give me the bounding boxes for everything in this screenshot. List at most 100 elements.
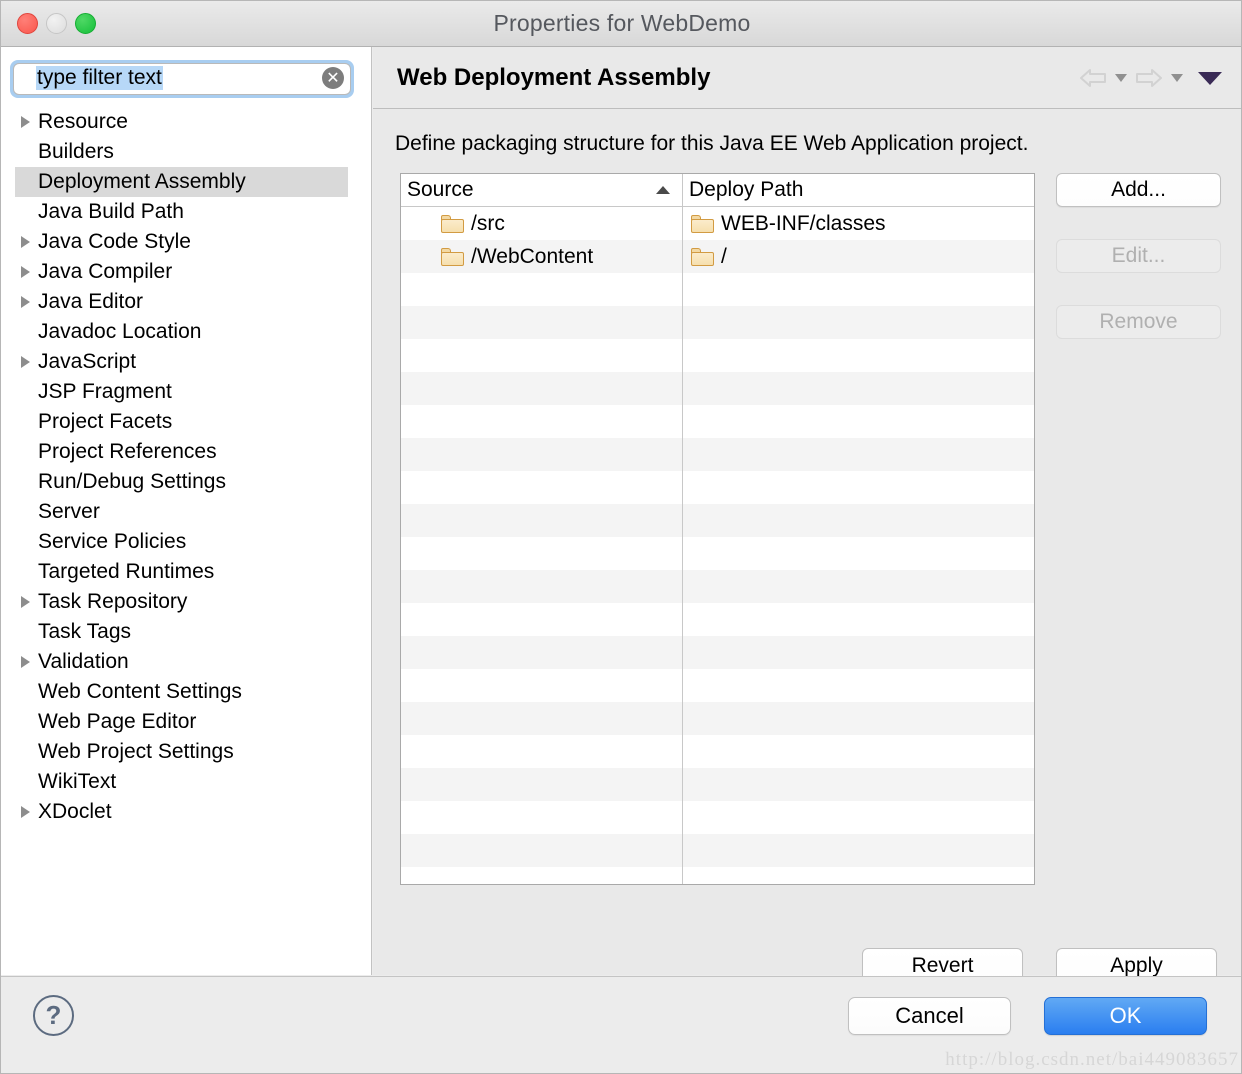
- sidebar-item-label: Task Tags: [38, 620, 131, 643]
- watermark-text: http://blog.csdn.net/bai449083657: [945, 1049, 1239, 1070]
- folder-icon: [441, 247, 464, 266]
- table-row-empty: [401, 537, 1034, 570]
- cell-source-empty: [401, 537, 683, 570]
- expand-arrow-icon[interactable]: [15, 296, 36, 308]
- cell-source-empty: [401, 669, 683, 702]
- settings-pane: Web Deployment Assembly Define packaging…: [373, 47, 1241, 984]
- page-title: Web Deployment Assembly: [397, 64, 711, 91]
- sidebar-item-web-project-settings[interactable]: Web Project Settings: [15, 737, 348, 767]
- sidebar-item-wikitext[interactable]: WikiText: [15, 767, 348, 797]
- sidebar-item-resource[interactable]: Resource: [15, 107, 348, 137]
- table-row[interactable]: /WebContent /: [401, 240, 1034, 273]
- column-header-source[interactable]: Source: [401, 174, 683, 206]
- sidebar-item-jsp-fragment[interactable]: JSP Fragment: [15, 377, 348, 407]
- table-row-empty: [401, 669, 1034, 702]
- expand-arrow-icon[interactable]: [15, 596, 36, 608]
- back-history-chevron-down-icon[interactable]: [1111, 61, 1131, 95]
- sidebar-item-builders[interactable]: Builders: [15, 137, 348, 167]
- cell-deploy-path-empty: [683, 306, 1034, 339]
- folder-icon: [691, 214, 714, 233]
- sidebar-item-label: Run/Debug Settings: [38, 470, 226, 493]
- ok-button[interactable]: OK: [1044, 997, 1207, 1035]
- properties-dialog: Properties for WebDemo type filter text …: [0, 0, 1242, 1074]
- sidebar-item-java-editor[interactable]: Java Editor: [15, 287, 348, 317]
- view-menu-icon[interactable]: [1193, 61, 1227, 95]
- sidebar-item-xdoclet[interactable]: XDoclet: [15, 797, 348, 827]
- back-arrow-icon[interactable]: [1075, 61, 1111, 95]
- cell-source-empty: [401, 471, 683, 504]
- cell-source-empty: [401, 834, 683, 867]
- help-icon[interactable]: ?: [33, 995, 74, 1036]
- sidebar-item-project-facets[interactable]: Project Facets: [15, 407, 348, 437]
- cell-deploy-path-empty: [683, 504, 1034, 537]
- table-row-empty: [401, 735, 1034, 768]
- cell-source-empty: [401, 273, 683, 306]
- cell-deploy-path: /: [683, 240, 1034, 273]
- table-body: /src WEB-INF/classes/WebContent /: [401, 207, 1034, 884]
- cell-source-empty: [401, 768, 683, 801]
- table-row-empty: [401, 867, 1034, 884]
- deployment-assembly-table: Source Deploy Path /src WEB-INF/classes/W…: [400, 173, 1035, 885]
- cell-source-empty: [401, 405, 683, 438]
- sidebar-item-validation[interactable]: Validation: [15, 647, 348, 677]
- sidebar-item-label: Deployment Assembly: [38, 170, 246, 193]
- sidebar-item-run-debug-settings[interactable]: Run/Debug Settings: [15, 467, 348, 497]
- sidebar-item-javascript[interactable]: JavaScript: [15, 347, 348, 377]
- sidebar-item-java-build-path[interactable]: Java Build Path: [15, 197, 348, 227]
- cell-source-empty: [401, 504, 683, 537]
- sidebar-item-server[interactable]: Server: [15, 497, 348, 527]
- cell-source-empty: [401, 339, 683, 372]
- sidebar-item-javadoc-location[interactable]: Javadoc Location: [15, 317, 348, 347]
- expand-arrow-icon[interactable]: [15, 806, 36, 818]
- sidebar-item-label: Project Facets: [38, 410, 173, 433]
- expand-arrow-icon[interactable]: [15, 266, 36, 278]
- cell-source-empty: [401, 702, 683, 735]
- expand-arrow-icon[interactable]: [15, 656, 36, 668]
- forward-arrow-icon[interactable]: [1131, 61, 1167, 95]
- column-header-deploy-path[interactable]: Deploy Path: [683, 174, 1034, 206]
- sidebar-item-service-policies[interactable]: Service Policies: [15, 527, 348, 557]
- sidebar-item-targeted-runtimes[interactable]: Targeted Runtimes: [15, 557, 348, 587]
- cell-source-empty: [401, 735, 683, 768]
- cell-deploy-path-empty: [683, 801, 1034, 834]
- table-row-empty: [401, 471, 1034, 504]
- sidebar-item-web-content-settings[interactable]: Web Content Settings: [15, 677, 348, 707]
- pane-description: Define packaging structure for this Java…: [395, 132, 1029, 155]
- cancel-button[interactable]: Cancel: [848, 997, 1011, 1035]
- sidebar-item-deployment-assembly[interactable]: Deployment Assembly: [15, 167, 348, 197]
- sidebar-item-label: Java Code Style: [38, 230, 191, 253]
- cell-deploy-path-empty: [683, 669, 1034, 702]
- sidebar-item-task-repository[interactable]: Task Repository: [15, 587, 348, 617]
- cell-deploy-path-empty: [683, 702, 1034, 735]
- sidebar-item-label: Java Compiler: [38, 260, 173, 283]
- table-row-empty: [401, 372, 1034, 405]
- expand-arrow-icon[interactable]: [15, 116, 36, 128]
- table-row-empty: [401, 834, 1034, 867]
- sidebar-item-task-tags[interactable]: Task Tags: [15, 617, 348, 647]
- cell-deploy-path-empty: [683, 339, 1034, 372]
- sidebar-item-web-page-editor[interactable]: Web Page Editor: [15, 707, 348, 737]
- forward-history-chevron-down-icon[interactable]: [1167, 61, 1187, 95]
- table-row[interactable]: /src WEB-INF/classes: [401, 207, 1034, 240]
- settings-sidebar: type filter text ✕ Resource Builders Deplo…: [1, 47, 372, 975]
- add-button[interactable]: Add...: [1056, 173, 1221, 207]
- cell-source-label: /WebContent: [471, 244, 594, 268]
- window-titlebar: Properties for WebDemo: [1, 1, 1241, 47]
- sidebar-item-java-code-style[interactable]: Java Code Style: [15, 227, 348, 257]
- folder-icon: [691, 247, 714, 266]
- table-action-buttons: Add... Edit... Remove: [1056, 173, 1221, 339]
- sidebar-item-java-compiler[interactable]: Java Compiler: [15, 257, 348, 287]
- cell-deploy-path-empty: [683, 273, 1034, 306]
- expand-arrow-icon[interactable]: [15, 236, 36, 248]
- clear-filter-icon[interactable]: ✕: [322, 67, 344, 89]
- column-header-deploy-path-label: Deploy Path: [689, 178, 804, 201]
- cell-source-empty: [401, 603, 683, 636]
- pane-body: Define packaging structure for this Java…: [373, 110, 1241, 984]
- cell-source-empty: [401, 636, 683, 669]
- sidebar-item-label: XDoclet: [38, 800, 112, 823]
- sidebar-item-project-references[interactable]: Project References: [15, 437, 348, 467]
- sidebar-item-label: Java Build Path: [38, 200, 184, 223]
- expand-arrow-icon[interactable]: [15, 356, 36, 368]
- sidebar-item-label: Service Policies: [38, 530, 187, 553]
- cell-deploy-path-empty: [683, 867, 1034, 884]
